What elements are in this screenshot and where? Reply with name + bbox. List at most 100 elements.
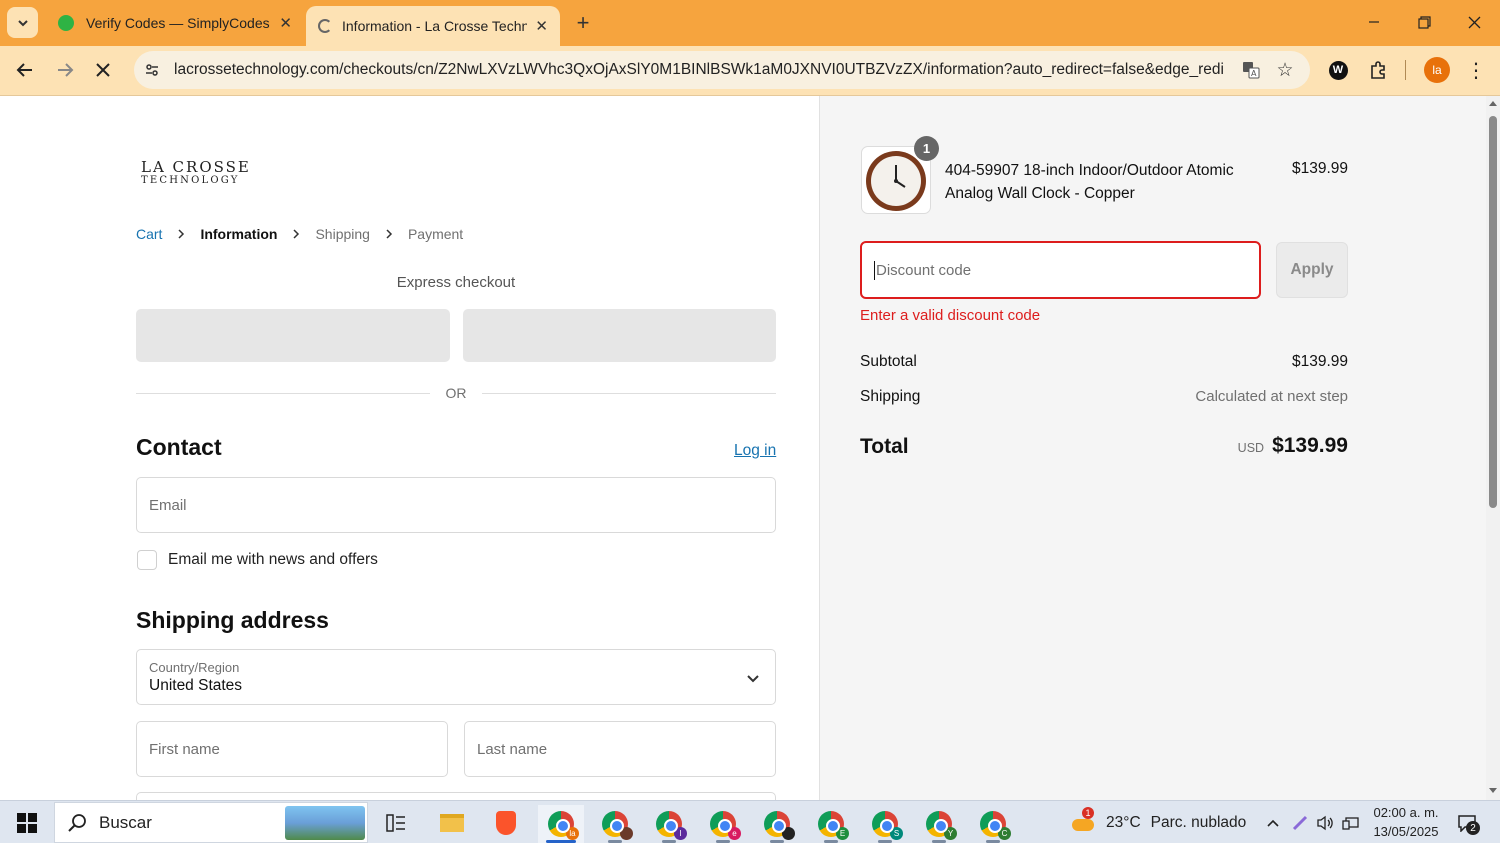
divider-line-left — [136, 393, 430, 394]
start-button[interactable] — [10, 807, 44, 839]
translate-icon[interactable]: A — [1236, 55, 1266, 85]
discount-code-input[interactable]: Discount code — [860, 241, 1261, 299]
login-link[interactable]: Log in — [734, 442, 776, 460]
search-icon — [68, 813, 86, 832]
subtotal-value: $139.99 — [1291, 353, 1348, 370]
new-tab-button[interactable]: + — [570, 10, 596, 36]
close-tab-icon[interactable]: ✕ — [279, 14, 292, 32]
tab-lacrosse[interactable]: Information - La Crosse Technolog ✕ — [306, 6, 560, 46]
express-checkout-button-2[interactable] — [463, 309, 776, 362]
browser-menu-icon[interactable]: ⋮ — [1464, 57, 1488, 83]
chrome-profile-s-icon[interactable]: S — [862, 805, 908, 843]
taskbar-search[interactable]: Buscar — [54, 802, 368, 843]
last-name-placeholder: Last name — [477, 740, 548, 758]
chrome-profile-y-icon[interactable]: Y — [916, 805, 962, 843]
weather-widget[interactable]: 1 23°C Parc. nublado — [1070, 805, 1246, 841]
email-placeholder: Email — [149, 496, 187, 514]
volume-icon[interactable] — [1314, 809, 1336, 837]
store-logo[interactable]: LA CROSSE TECHNOLOGY — [141, 160, 251, 188]
extensions-puzzle-icon[interactable] — [1365, 57, 1391, 83]
chrome-profile-dark-icon[interactable] — [754, 805, 800, 843]
close-icon — [96, 63, 110, 77]
express-checkout-button-1[interactable] — [136, 309, 450, 362]
scroll-down-icon[interactable] — [1486, 786, 1500, 796]
clock-date: 13/05/2025 — [1373, 824, 1439, 839]
extension-w-icon[interactable]: W — [1325, 57, 1351, 83]
close-tab-icon[interactable]: ✕ — [535, 17, 548, 35]
apply-discount-button[interactable]: Apply — [1276, 242, 1348, 298]
profile-avatar[interactable]: la — [1424, 57, 1450, 83]
breadcrumb-payment: Payment — [407, 226, 464, 242]
weather-alert-badge: 1 — [1082, 807, 1094, 819]
quantity-badge: 1 — [914, 136, 939, 161]
forward-button[interactable] — [50, 55, 80, 85]
scrollbar-thumb[interactable] — [1489, 116, 1497, 508]
network-icon[interactable] — [1340, 809, 1362, 837]
bookmark-star-icon[interactable]: ☆ — [1270, 55, 1300, 85]
country-label: Country/Region — [149, 660, 240, 675]
minimize-icon — [1369, 21, 1379, 23]
discount-placeholder: Discount code — [876, 261, 972, 279]
task-view-icon[interactable] — [381, 807, 411, 839]
address-bar[interactable]: lacrossetechnology.com/checkouts/cn/Z2Nw… — [134, 51, 1310, 89]
product-price: $139.99 — [1291, 160, 1348, 177]
restore-button[interactable] — [1410, 8, 1438, 36]
express-checkout-label: Express checkout — [396, 274, 516, 291]
breadcrumb-information: Information — [200, 226, 278, 242]
chrome-profile-2-icon[interactable] — [592, 805, 638, 843]
scroll-up-icon[interactable] — [1486, 98, 1500, 108]
pen-icon[interactable] — [1289, 809, 1311, 837]
product-name: 404-59907 18-inch Indoor/Outdoor Atomic … — [945, 159, 1234, 205]
svg-text:A: A — [1251, 69, 1257, 78]
shipping-value: Calculated at next step — [1195, 388, 1348, 405]
clock[interactable]: 02:00 a. m. 13/05/2025 — [1366, 803, 1446, 841]
arrow-right-icon — [58, 63, 74, 77]
chrome-profile-e2-icon[interactable]: E — [808, 805, 854, 843]
country-select[interactable]: Country/Region United States — [136, 649, 776, 705]
weather-condition: Parc. nublado — [1150, 814, 1247, 831]
breadcrumb-cart[interactable]: Cart — [136, 226, 162, 242]
total-value: $139.99 — [1272, 434, 1348, 457]
product-name-line1: 404-59907 18-inch Indoor/Outdoor Atomic — [945, 162, 1234, 179]
news-checkbox-label: Email me with news and offers — [168, 551, 378, 568]
weather-temperature: 23°C — [1106, 814, 1141, 831]
search-placeholder: Buscar — [99, 812, 152, 832]
chrome-profile-la-icon[interactable]: la — [538, 805, 584, 843]
shipping-label: Shipping — [860, 388, 921, 405]
page-scrollbar[interactable] — [1486, 96, 1500, 800]
back-button[interactable] — [10, 55, 40, 85]
chevron-up-icon — [1267, 819, 1279, 827]
tab-simplycodes[interactable]: Verify Codes — SimplyCodes ✕ — [50, 0, 300, 46]
brave-browser-icon[interactable] — [491, 807, 521, 839]
simplycodes-favicon-icon — [58, 15, 74, 31]
chrome-profile-i-icon[interactable]: I — [646, 805, 692, 843]
show-hidden-icons-button[interactable] — [1262, 809, 1284, 837]
contact-heading: Contact — [136, 434, 222, 460]
chevron-right-icon — [178, 229, 185, 239]
clock-time: 02:00 a. m. — [1373, 805, 1439, 820]
news-checkbox[interactable] — [137, 550, 157, 570]
stop-loading-button[interactable] — [88, 55, 118, 85]
email-field[interactable]: Email — [136, 477, 776, 533]
last-name-field[interactable]: Last name — [464, 721, 776, 777]
minimize-button[interactable] — [1360, 8, 1388, 36]
chrome-profile-c-icon[interactable]: C — [970, 805, 1016, 843]
weather-cloud-icon: 1 — [1070, 807, 1096, 833]
chevron-down-icon — [17, 19, 28, 26]
file-explorer-icon[interactable] — [437, 807, 467, 839]
search-highlight-image — [285, 806, 365, 840]
close-icon — [1468, 16, 1480, 28]
next-field-partial[interactable] — [136, 792, 776, 800]
discount-error: Enter a valid discount code — [860, 307, 1041, 324]
site-info-icon[interactable] — [136, 54, 168, 86]
news-checkbox-row[interactable]: Email me with news and offers — [137, 550, 378, 570]
first-name-field[interactable]: First name — [136, 721, 448, 777]
toolbar-divider — [1405, 60, 1406, 80]
total-label: Total — [860, 435, 909, 458]
text-cursor — [874, 260, 875, 280]
notifications-button[interactable]: 2 — [1452, 809, 1482, 837]
loading-favicon-icon — [318, 19, 332, 33]
tab-search-button[interactable] — [7, 7, 38, 38]
close-window-button[interactable] — [1460, 8, 1488, 36]
chrome-profile-e-icon[interactable]: e — [700, 805, 746, 843]
